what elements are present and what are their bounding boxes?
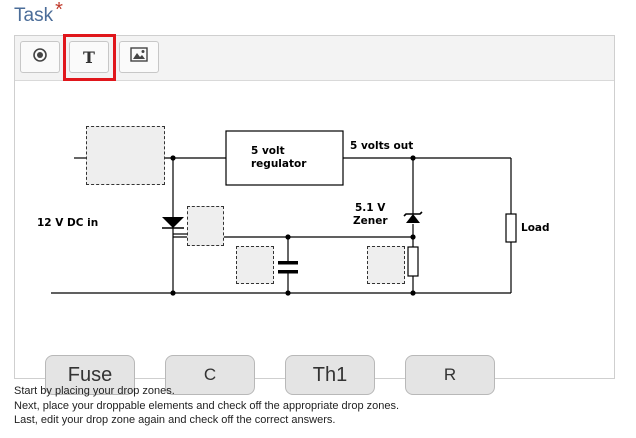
instruction-line: Next, place your droppable elements and … [14,399,400,412]
zener-label-line2: Zener [353,215,388,227]
task-label: Task * [14,0,63,27]
regulator-label-line2: regulator [251,158,307,170]
drag-and-drop-editor: T 12 V DC in 5 volt regulator 5 volts ou… [14,34,615,395]
image-element-button[interactable] [119,41,159,73]
editor-toolbar: T [15,34,614,81]
instructions: Start by placing your drop zones. Next, … [14,384,399,428]
drop-zone-1[interactable] [86,126,165,185]
drop-zone-2[interactable] [187,206,224,246]
output-label: 5 volts out [350,140,413,152]
zener-symbol [403,211,423,223]
instruction-line: Start by placing your drop zones. [14,385,175,397]
task-canvas: 12 V DC in 5 volt regulator 5 volts out … [15,81,614,395]
resistor-symbol [407,246,419,277]
regulator-label-line1: 5 volt [251,145,285,157]
drop-zone-button[interactable] [20,41,60,73]
drop-zone-3[interactable] [236,246,274,284]
input-label: 12 V DC in [37,217,98,229]
capacitor-symbol [278,261,298,274]
text-icon: T [83,47,95,67]
diode-symbol [162,217,184,229]
zener-label-line1: 5.1 V [355,202,386,214]
drag-item-r[interactable]: R [405,355,495,395]
drop-zone-4[interactable] [367,246,405,284]
text-element-button[interactable]: T [69,41,109,73]
load-label: Load [521,222,550,234]
load-symbol [505,213,517,243]
task-title: Task [14,5,54,26]
required-asterisk: * [55,0,63,21]
target-icon [32,47,48,68]
instruction-line: Last, edit your drop zone again and chec… [14,414,336,427]
image-icon [130,47,148,67]
